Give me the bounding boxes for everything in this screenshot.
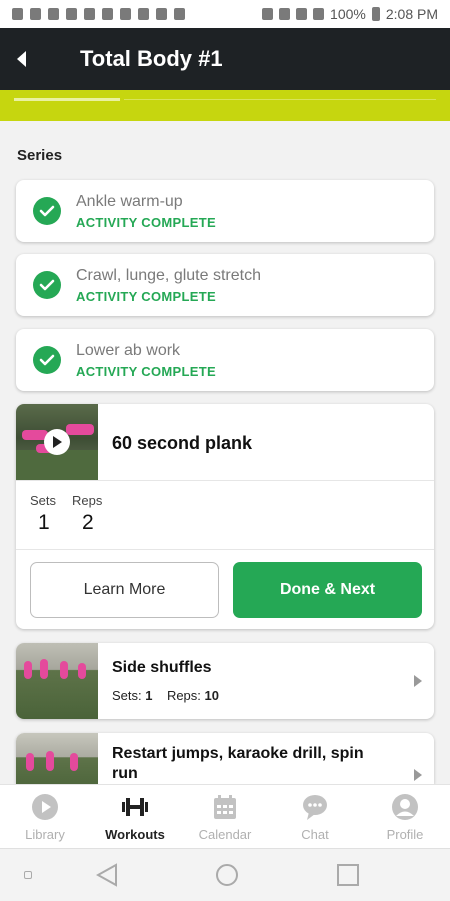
exercise-list-item[interactable]: Restart jumps, karaoke drill, spin run [16,733,434,784]
check-circle-icon [33,197,61,225]
activity-status: ACTIVITY COMPLETE [76,289,216,304]
nav-label: Library [25,827,65,842]
signal-icon [313,8,325,20]
nav-label: Profile [386,827,424,842]
wifi-icon [279,8,291,20]
completed-activity-card[interactable]: Ankle warm-up ACTIVITY COMPLETE [16,180,434,242]
mail-icon [66,8,77,20]
chat-icon [303,795,327,820]
athlete-image [40,659,48,679]
menu-dot-icon[interactable] [24,871,32,879]
back-arrow-icon [17,51,26,67]
sets-value: 1 [145,688,153,703]
nav-library[interactable]: Library [0,785,90,849]
nav-profile[interactable]: Profile [360,785,450,849]
home-nav-icon[interactable] [215,863,239,887]
athlete-image [60,661,68,679]
play-icon[interactable] [44,429,70,455]
exercise-name: 60 second plank [112,433,253,453]
reps-value: 10 [204,688,219,703]
recents-nav-icon[interactable] [336,863,360,887]
battery-percent: 100% [330,6,366,22]
athlete-image [46,751,54,771]
system-status: 100% 2:08 PM [262,6,438,22]
notification-icon [84,8,95,20]
tab-indicator[interactable] [14,98,120,101]
athlete-image [78,663,86,679]
active-exercise-card: 60 second plank Sets Reps 1 2 Learn More… [16,404,434,629]
exercise-thumbnail [16,733,98,784]
notification-icon [102,8,113,20]
exercise-name: Side shuffles [112,659,212,676]
nav-label: Calendar [198,827,252,842]
no-sim-icon [296,8,308,20]
athlete-image [66,424,94,435]
back-button[interactable] [2,28,42,90]
exercise-list-item[interactable]: Side shuffles Sets: 1 Reps: 10 [16,643,434,719]
exercise-name: Restart jumps, karaoke drill, spin run [112,745,364,782]
nav-workouts[interactable]: Workouts [90,785,180,849]
status-bar: 100% 2:08 PM [0,0,450,28]
check-circle-icon [33,346,61,374]
divider [16,549,434,550]
done-next-button[interactable]: Done & Next [233,562,422,618]
exercise-thumbnail [16,643,98,719]
sets-label: Sets: [112,688,142,703]
divider [16,480,434,481]
play-circle-icon [32,794,58,820]
system-navigation-bar [0,848,450,901]
reps-value: 2 [82,511,94,534]
activity-status: ACTIVITY COMPLETE [76,215,216,230]
notification-icons [12,8,185,20]
calendar-icon [214,795,236,819]
athlete-image [26,753,34,771]
profile-icon [392,794,418,820]
completed-activity-card[interactable]: Crawl, lunge, glute stretch ACTIVITY COM… [16,254,434,316]
back-nav-icon[interactable] [96,863,118,887]
vibrate-icon [262,8,274,20]
notification-icon [30,8,41,20]
activity-name: Crawl, lunge, glute stretch [76,267,261,284]
app-bar: Total Body #1 [0,28,450,90]
reps-label: Reps: [166,688,201,703]
exercise-video-thumbnail[interactable] [16,404,98,480]
image-icon [138,8,149,20]
activity-name: Lower ab work [76,342,181,359]
video-icon [156,8,167,20]
sets-label: Sets [30,493,57,508]
activity-status: ACTIVITY COMPLETE [76,364,216,379]
reps-label: Reps [72,493,103,508]
lock-icon [48,8,59,20]
dumbbell-icon [122,798,148,816]
mail-icon [120,8,131,20]
nav-label: Chat [301,827,329,842]
nav-label: Workouts [105,827,165,842]
completed-activity-card[interactable]: Lower ab work ACTIVITY COMPLETE [16,329,434,391]
page-title: Total Body #1 [80,46,223,71]
bottom-navigation: Library Workouts Calendar Chat Profile [0,784,450,849]
nav-chat[interactable]: Chat [270,785,360,849]
notification-icon [12,8,23,20]
check-circle-icon [33,271,61,299]
athlete-image [70,753,78,771]
chevron-right-icon [414,675,422,687]
nav-calendar[interactable]: Calendar [180,785,270,849]
sets-value: 1 [38,511,50,534]
section-title: Series [17,147,63,164]
chevron-right-icon [414,769,422,781]
phone-icon [174,8,185,20]
battery-icon [371,7,380,21]
tab-strip [0,90,450,121]
tab-divider [124,99,436,100]
activity-name: Ankle warm-up [76,193,183,210]
exercise-meta: Sets: 1 Reps: 10 [112,688,219,703]
clock: 2:08 PM [385,6,438,22]
learn-more-button[interactable]: Learn More [30,562,219,618]
athlete-image [24,661,32,679]
